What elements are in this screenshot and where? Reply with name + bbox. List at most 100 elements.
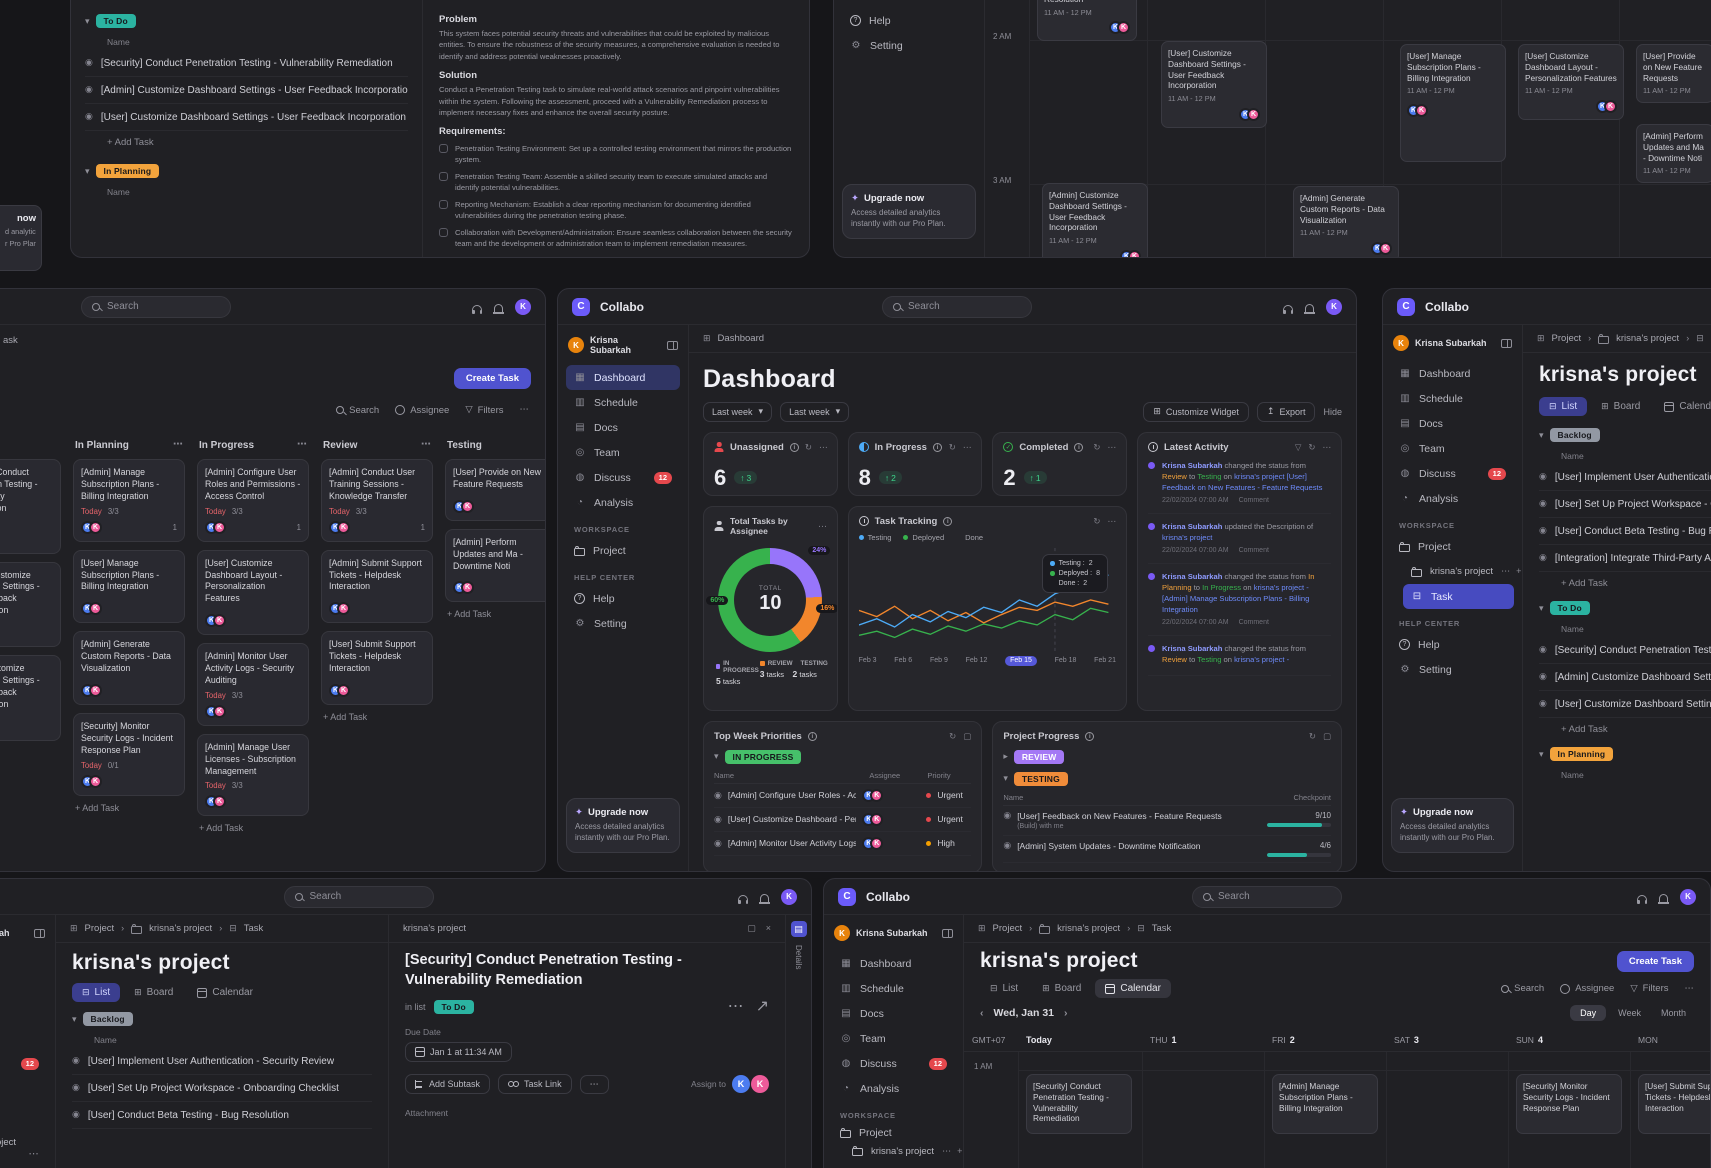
share-icon[interactable] bbox=[756, 999, 769, 1015]
breadcrumb-item-project-name[interactable]: krisna's project bbox=[1616, 333, 1679, 344]
refresh-icon[interactable] bbox=[1093, 443, 1100, 452]
user-menu[interactable]: K Krisna Subarkah bbox=[566, 333, 680, 365]
more-menu-icon[interactable] bbox=[1108, 517, 1117, 526]
compare-period-select[interactable]: Last week bbox=[780, 402, 849, 422]
user-avatar[interactable]: K bbox=[515, 299, 531, 315]
add-task-button[interactable]: + Add Task bbox=[85, 131, 408, 150]
collapse-caret-icon[interactable] bbox=[1539, 604, 1544, 613]
task-card[interactable]: [Admin] Generate Custom Reports - Data V… bbox=[73, 631, 185, 705]
more-menu-icon[interactable] bbox=[1685, 984, 1695, 994]
add-subtask-button[interactable]: Add Subtask bbox=[405, 1074, 490, 1094]
sidebar-item[interactable]: ▦ Dashboard bbox=[1391, 361, 1514, 386]
day-header[interactable]: SUN4 bbox=[1508, 1035, 1630, 1045]
headset-icon[interactable] bbox=[1283, 305, 1293, 311]
more-menu-icon[interactable] bbox=[819, 443, 828, 452]
collapse-sidebar-icon[interactable] bbox=[1501, 339, 1512, 348]
activity-link[interactable]: krisna's project [User] Feedback on New … bbox=[1162, 472, 1322, 492]
refresh-icon[interactable] bbox=[949, 443, 956, 452]
event-card[interactable]: [Admin] Generate Custom Reports - Data V… bbox=[1293, 186, 1399, 258]
checkbox[interactable] bbox=[439, 200, 448, 209]
task-row[interactable]: [User] Implement User Authentication - S… bbox=[1539, 464, 1711, 491]
more-menu-icon[interactable] bbox=[963, 443, 972, 452]
add-icon[interactable] bbox=[1516, 567, 1521, 576]
task-row[interactable]: [User] Customize Dashboard Settings - Us… bbox=[1539, 691, 1711, 718]
sidebar-item-setting[interactable]: Setting bbox=[566, 611, 680, 636]
task-row[interactable]: [User] Customize Dashboard Settings - Us… bbox=[85, 104, 408, 131]
breadcrumb-item-task[interactable]: Task bbox=[244, 923, 264, 934]
user-menu[interactable]: K Krisna Subarkah bbox=[0, 923, 47, 951]
task-row[interactable]: [User] Implement User Authentication - S… bbox=[72, 1048, 372, 1075]
refresh-icon[interactable] bbox=[805, 443, 812, 452]
task-card[interactable]: [Security] Conduct Penetration Testing -… bbox=[0, 459, 61, 554]
status-badge-backlog[interactable]: Backlog bbox=[83, 1012, 133, 1026]
task-row[interactable]: [Security] Conduct Penetration Testing -… bbox=[85, 50, 408, 77]
search-toggle[interactable]: Search bbox=[336, 405, 379, 416]
task-card[interactable]: [User] Manage Subscription Plans - Billi… bbox=[73, 550, 185, 624]
sidebar-item-project[interactable]: Project bbox=[1391, 534, 1514, 559]
sidebar-item-project-name[interactable]: krisna's project bbox=[1391, 559, 1514, 584]
user-menu[interactable]: K Krisna Subarkah bbox=[1391, 333, 1514, 361]
day-header[interactable]: THU1 bbox=[1142, 1035, 1264, 1045]
add-task-button[interactable]: + Add Task bbox=[321, 705, 433, 729]
x-axis-tick[interactable]: Feb 18 bbox=[1055, 657, 1077, 664]
user-avatar[interactable]: K bbox=[1680, 889, 1696, 905]
details-panel-icon[interactable]: ▤ bbox=[791, 921, 807, 937]
comment-link[interactable]: Comment bbox=[1239, 546, 1269, 556]
task-row[interactable]: [Security] Conduct Penetration Testing -… bbox=[1539, 637, 1711, 664]
sidebar-item-project[interactable]: Project bbox=[0, 1124, 47, 1136]
breadcrumb-item-project-name[interactable]: krisna's project bbox=[1057, 923, 1120, 934]
task-row[interactable]: [User] Set Up Project Workspace - Onboar… bbox=[72, 1075, 372, 1102]
breadcrumb-item-project[interactable]: Project bbox=[993, 923, 1023, 934]
collapse-caret-icon[interactable] bbox=[1539, 431, 1544, 440]
upgrade-box[interactable]: Upgrade now Access detailed analytics in… bbox=[842, 184, 976, 239]
status-badge-in-planning[interactable]: In Planning bbox=[96, 164, 160, 178]
group-badge-review[interactable]: REVIEW bbox=[1014, 750, 1065, 764]
task-card[interactable]: [Admin] Manage User Licenses - Subscript… bbox=[197, 734, 309, 817]
search-toggle[interactable]: Search bbox=[1501, 983, 1544, 994]
tab-board[interactable]: Board bbox=[124, 983, 183, 1002]
event-card[interactable]: [User] Customize Dashboard Settings - Us… bbox=[1161, 41, 1267, 128]
more-menu-icon[interactable] bbox=[520, 405, 530, 415]
checkbox[interactable] bbox=[439, 172, 448, 181]
refresh-icon[interactable] bbox=[1309, 732, 1316, 741]
add-task-button[interactable]: + Add Task bbox=[445, 602, 546, 626]
sidebar-item-project[interactable]: Project bbox=[832, 1124, 955, 1142]
event-card[interactable]: [Security] Conduct Penetration Testing -… bbox=[1026, 1074, 1132, 1134]
search-input[interactable]: Search bbox=[1192, 886, 1342, 908]
bell-icon[interactable] bbox=[1659, 894, 1668, 902]
task-row[interactable]: [User] Conduct Beta Testing - Bug Resolu… bbox=[72, 1102, 372, 1129]
collapse-sidebar-icon[interactable] bbox=[667, 341, 678, 350]
collapse-caret-icon[interactable] bbox=[1003, 752, 1008, 761]
sidebar-item[interactable]: ◔ Analysis bbox=[832, 1076, 955, 1101]
assignee-avatar[interactable]: K bbox=[732, 1075, 750, 1093]
add-task-button[interactable]: + Add Task bbox=[197, 816, 309, 840]
next-day-icon[interactable] bbox=[1064, 1008, 1068, 1019]
column-menu-icon[interactable] bbox=[297, 440, 307, 450]
add-task-button[interactable]: + Add Task bbox=[1539, 718, 1711, 737]
view-day-button[interactable]: Day bbox=[1570, 1005, 1606, 1021]
day-header-today[interactable]: Today bbox=[1026, 1035, 1052, 1045]
task-card[interactable]: [Security] Monitor Security Logs - Incid… bbox=[73, 713, 185, 796]
activity-entry[interactable]: Krisna Subarkah changed the status from … bbox=[1148, 564, 1331, 636]
comment-link[interactable]: Comment bbox=[1239, 618, 1269, 628]
tab-board[interactable]: Board bbox=[1591, 397, 1650, 416]
user-avatar[interactable]: K bbox=[781, 889, 797, 905]
breadcrumb-item-project[interactable]: Project bbox=[85, 923, 115, 934]
priority-row[interactable]: [Admin] Monitor User Activity Logs - Sec… bbox=[714, 832, 971, 856]
status-badge-backlog[interactable]: Backlog bbox=[1550, 428, 1600, 442]
prev-day-icon[interactable] bbox=[980, 1008, 984, 1019]
hide-button[interactable]: Hide bbox=[1323, 407, 1342, 417]
task-row[interactable]: [Integration] Integrate Third-Party APIs… bbox=[1539, 545, 1711, 572]
sidebar-item[interactable]: ▦ Dashboard bbox=[0, 951, 47, 976]
tab-board[interactable]: Board bbox=[1032, 979, 1091, 998]
sidebar-item-project-name[interactable]: krisna's project bbox=[832, 1142, 955, 1160]
collapse-caret-icon[interactable] bbox=[714, 752, 719, 761]
more-menu-icon[interactable] bbox=[818, 522, 827, 531]
event-card[interactable]: [User] Submit Support Tickets - Helpdesk… bbox=[1638, 1074, 1710, 1134]
activity-entry[interactable]: Krisna Subarkah updated the Description … bbox=[1148, 514, 1331, 564]
search-input[interactable]: Search bbox=[81, 296, 231, 318]
expand-icon[interactable] bbox=[1323, 732, 1331, 741]
event-card[interactable]: [Admin] Manage Subscription Plans - Bill… bbox=[1272, 1074, 1378, 1134]
sidebar-item[interactable]: ▤ Docs bbox=[0, 1001, 47, 1026]
task-card[interactable]: [Admin] Monitor User Activity Logs - Sec… bbox=[197, 643, 309, 726]
